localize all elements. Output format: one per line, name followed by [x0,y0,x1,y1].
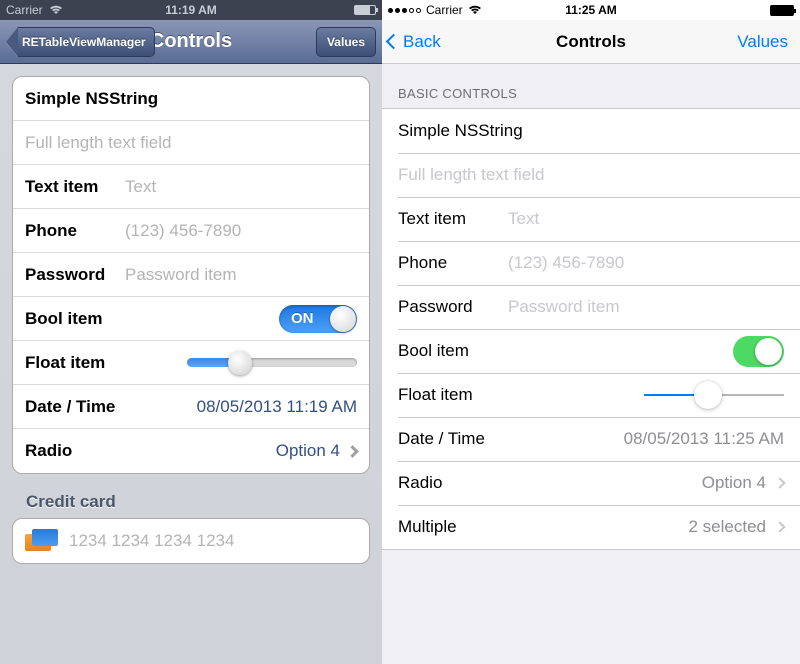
radio-value: Option 4 [276,441,340,461]
ios7-screen: Carrier 11:25 AM Back Controls Values BA… [382,0,800,664]
carrier-label: Carrier [6,3,43,17]
password-cell[interactable]: PasswordPassword item [382,285,800,329]
status-bar: Carrier 11:19 AM [0,0,382,20]
simple-string-label: Simple NSString [25,89,158,109]
slider-thumb [228,351,252,375]
float-label: Float item [398,385,508,405]
nav-bar: Back Controls Values [382,20,800,64]
full-text-cell[interactable]: Full length text field [13,121,369,165]
phone-placeholder: (123) 456-7890 [508,253,624,273]
text-item-cell[interactable]: Text itemText [382,197,800,241]
basic-controls-header: BASIC CONTROLS [382,64,800,108]
switch-knob [330,306,356,332]
chevron-right-icon [346,445,359,458]
datetime-value: 08/05/2013 11:19 AM [197,397,357,417]
radio-cell[interactable]: Radio Option 4 [13,429,369,473]
slider-thumb [694,381,722,409]
back-label: RETableViewManager [18,27,155,57]
credit-card-cell[interactable]: 1234 1234 1234 1234 [13,519,369,563]
text-item-placeholder: Text [125,177,156,197]
status-bar: Carrier 11:25 AM [382,0,800,20]
battery-icon [770,5,794,16]
simple-string-label: Simple NSString [398,121,523,141]
chevron-right-icon [774,477,785,488]
multiple-value: 2 selected [689,517,767,537]
multiple-cell[interactable]: Multiple 2 selected [382,505,800,549]
switch-on-label: ON [291,310,314,327]
nav-title: Controls [556,32,626,52]
basic-controls-group: Simple NSString Full length text field T… [12,76,370,474]
radio-value: Option 4 [702,473,766,493]
switch-knob [755,338,782,365]
radio-label: Radio [398,473,508,493]
full-text-placeholder: Full length text field [25,133,171,153]
wifi-icon [49,5,63,15]
phone-placeholder: (123) 456-7890 [125,221,241,241]
carrier-label: Carrier [426,3,463,17]
radio-label: Radio [25,441,125,461]
back-arrow-icon [6,27,18,57]
bool-label: Bool item [25,309,125,329]
float-slider[interactable] [187,349,357,377]
battery-icon [354,5,376,15]
datetime-value: 08/05/2013 11:25 AM [624,429,784,449]
bool-item-cell: Bool item ON [13,297,369,341]
back-button[interactable]: Back [388,32,441,52]
bool-label: Bool item [398,341,508,361]
float-label: Float item [25,353,125,373]
credit-card-group: 1234 1234 1234 1234 [12,518,370,564]
wifi-icon [468,5,482,15]
datetime-label: Date / Time [398,429,508,449]
credit-card-header: Credit card [26,492,370,512]
credit-card-placeholder: 1234 1234 1234 1234 [69,531,234,551]
chevron-right-icon [774,521,785,532]
float-item-cell: Float item [13,341,369,385]
ios6-screen: Carrier 11:19 AM RETableViewManager Cont… [0,0,382,664]
back-chevron-icon [386,34,402,50]
signal-icon [388,8,421,13]
clock: 11:19 AM [165,3,217,17]
bool-switch[interactable]: ON [279,305,357,333]
phone-label: Phone [25,221,125,241]
float-item-cell: Float item [382,373,800,417]
values-button[interactable]: Values [737,32,788,52]
values-button[interactable]: Values [316,27,376,57]
back-label: Back [403,32,441,52]
basic-controls-group: Simple NSString Full length text field T… [382,108,800,550]
simple-string-cell[interactable]: Simple NSString [382,109,800,153]
simple-string-cell[interactable]: Simple NSString [13,77,369,121]
credit-card-icon [25,529,59,553]
nav-title: Controls [150,30,232,53]
radio-cell[interactable]: Radio Option 4 [382,461,800,505]
multiple-label: Multiple [398,517,508,537]
bool-switch[interactable] [733,336,784,367]
datetime-label: Date / Time [25,397,125,417]
phone-cell[interactable]: Phone(123) 456-7890 [382,241,800,285]
clock: 11:25 AM [565,3,617,17]
text-item-label: Text item [25,177,125,197]
float-slider[interactable] [644,380,784,410]
back-button[interactable]: RETableViewManager [6,27,155,57]
text-item-label: Text item [398,209,508,229]
text-item-placeholder: Text [508,209,539,229]
full-text-cell[interactable]: Full length text field [382,153,800,197]
password-placeholder: Password item [508,297,619,317]
datetime-cell[interactable]: Date / Time 08/05/2013 11:19 AM [13,385,369,429]
nav-bar: RETableViewManager Controls Values [0,20,382,64]
text-item-cell[interactable]: Text itemText [13,165,369,209]
phone-label: Phone [398,253,508,273]
password-label: Password [398,297,508,317]
phone-cell[interactable]: Phone(123) 456-7890 [13,209,369,253]
full-text-placeholder: Full length text field [398,165,544,185]
bool-item-cell: Bool item [382,329,800,373]
password-cell[interactable]: PasswordPassword item [13,253,369,297]
password-placeholder: Password item [125,265,236,285]
datetime-cell[interactable]: Date / Time 08/05/2013 11:25 AM [382,417,800,461]
password-label: Password [25,265,125,285]
